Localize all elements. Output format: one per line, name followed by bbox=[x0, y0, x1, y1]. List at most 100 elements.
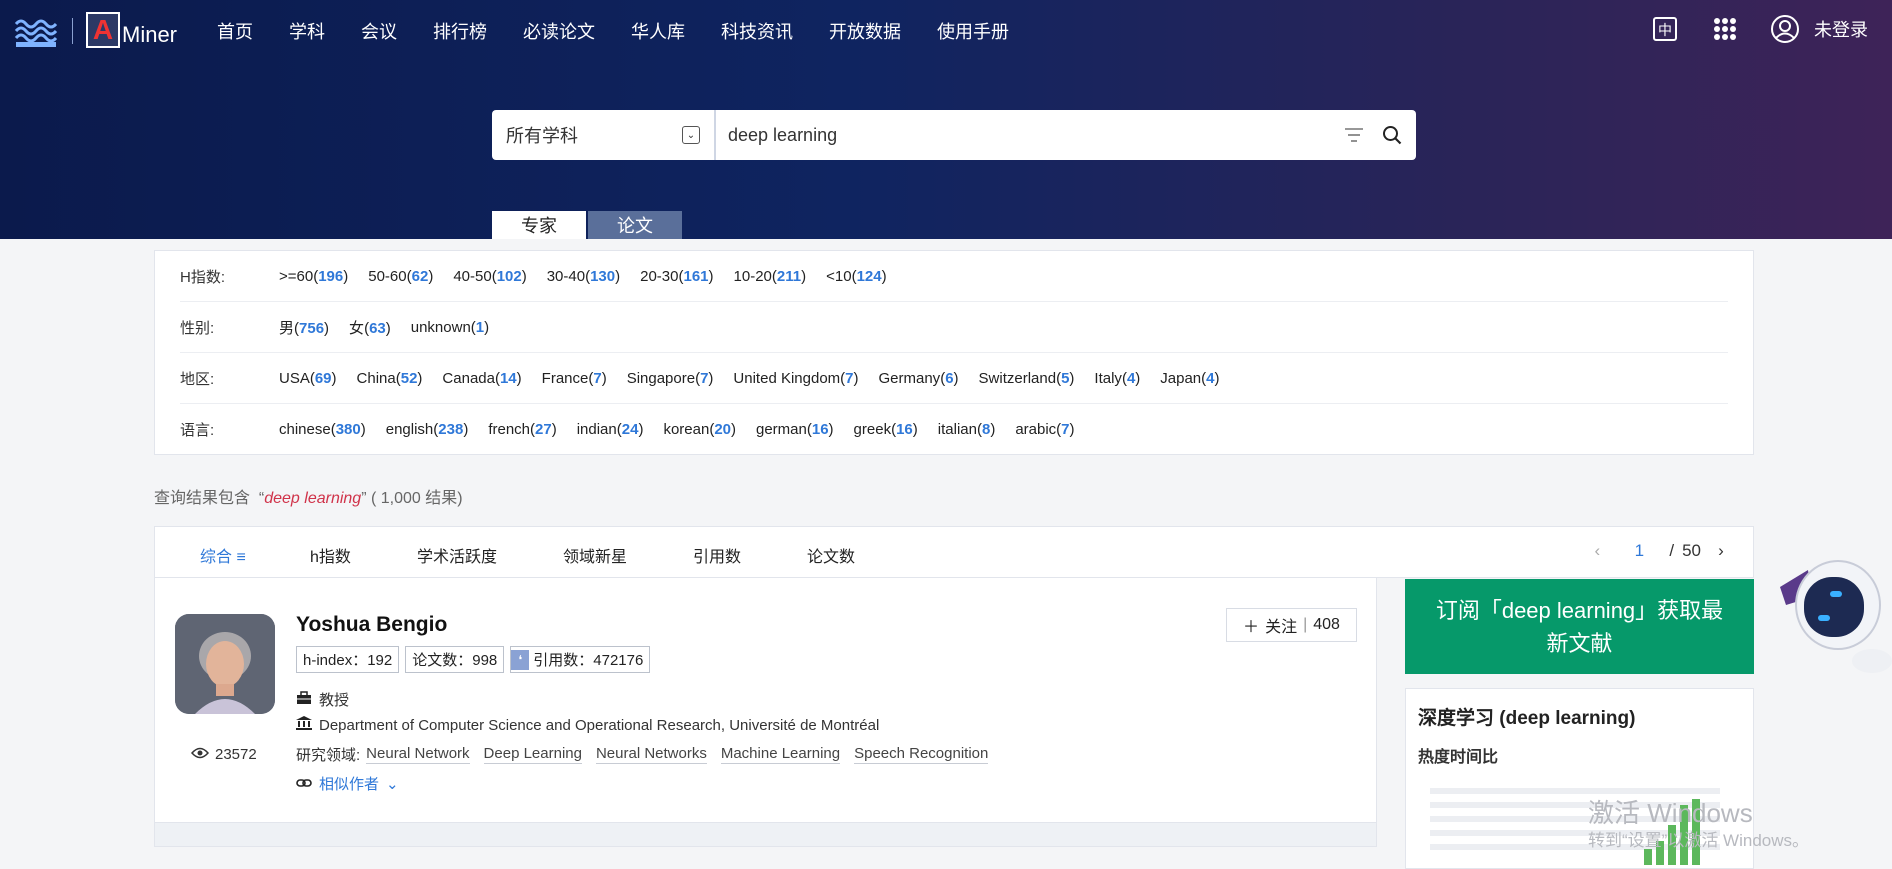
filter-option-language[interactable]: german(16) bbox=[756, 421, 834, 438]
sort-overall-label: 综合 bbox=[200, 549, 233, 566]
filter-option-count: 124 bbox=[856, 267, 882, 285]
sort-rising-star[interactable]: 领域新星 bbox=[563, 543, 627, 567]
filter-option-hindex[interactable]: 10-20(211) bbox=[734, 268, 807, 285]
card-footer bbox=[154, 823, 1377, 847]
filter-option-name: China bbox=[356, 369, 396, 387]
filter-option-language[interactable]: korean(20) bbox=[663, 421, 736, 438]
filter-option-name: United Kingdom bbox=[733, 369, 841, 387]
assistant-robot-icon[interactable] bbox=[1778, 535, 1892, 685]
filter-option-language[interactable]: chinese(380) bbox=[279, 421, 366, 438]
nav-rankings[interactable]: 排行榜 bbox=[433, 18, 487, 44]
filter-option-region[interactable]: China(52) bbox=[357, 370, 423, 387]
filter-option-region[interactable]: Germany(6) bbox=[879, 370, 959, 387]
result-tabs: 专家 论文 bbox=[492, 211, 682, 239]
filter-option-region[interactable]: Switzerland(5) bbox=[979, 370, 1075, 387]
filter-option-region[interactable]: USA(69) bbox=[279, 370, 337, 387]
sort-bar: 综合 ≡ h指数 学术活跃度 领域新星 引用数 论文数 ‹ 1 / 50 › bbox=[154, 526, 1754, 578]
expert-avatar[interactable] bbox=[175, 614, 275, 714]
user-avatar-icon[interactable] bbox=[1770, 14, 1800, 44]
subject-scope-value: 所有学科 bbox=[506, 126, 578, 146]
nav-open-data[interactable]: 开放数据 bbox=[829, 18, 901, 44]
result-query: deep learning bbox=[264, 490, 362, 507]
field-tag[interactable]: Deep Learning bbox=[483, 745, 582, 764]
prev-page-icon[interactable]: ‹ bbox=[1585, 541, 1609, 561]
filter-option-gender[interactable]: 男(756) bbox=[279, 317, 329, 338]
tab-papers[interactable]: 论文 bbox=[588, 211, 682, 239]
filter-option-name: 10-20 bbox=[733, 267, 772, 285]
filter-option-hindex[interactable]: 20-30(161) bbox=[640, 268, 713, 285]
sort-citations[interactable]: 引用数 bbox=[693, 543, 741, 567]
filter-option-name: 20-30 bbox=[640, 267, 679, 285]
filter-option-name: english bbox=[385, 421, 434, 438]
filter-option-language[interactable]: french(27) bbox=[488, 421, 556, 438]
field-tag[interactable]: Neural Networks bbox=[595, 745, 707, 764]
sort-activity[interactable]: 学术活跃度 bbox=[417, 543, 497, 567]
filter-option-name: 30-40 bbox=[546, 267, 586, 285]
nav-must-read[interactable]: 必读论文 bbox=[523, 18, 595, 44]
current-page[interactable]: 1 bbox=[1609, 541, 1669, 561]
field-tag[interactable]: Neural Network bbox=[366, 745, 470, 764]
search-icon[interactable] bbox=[1380, 123, 1404, 147]
filter-option-region[interactable]: United Kingdom(7) bbox=[733, 370, 858, 387]
nav-manual[interactable]: 使用手册 bbox=[937, 18, 1009, 44]
filter-option-language[interactable]: english(238) bbox=[386, 421, 469, 438]
expert-name[interactable]: Yoshua Bengio bbox=[296, 613, 447, 637]
filter-option-region[interactable]: Japan(4) bbox=[1160, 370, 1219, 387]
filter-option-count: 16 bbox=[811, 421, 829, 438]
filter-option-region[interactable]: France(7) bbox=[542, 370, 607, 387]
nav-chinese-scholars[interactable]: 华人库 bbox=[631, 18, 685, 44]
view-count: 23572 bbox=[190, 746, 257, 763]
filter-option-region[interactable]: Canada(14) bbox=[442, 370, 521, 387]
filter-option-language[interactable]: greek(16) bbox=[854, 421, 918, 438]
similar-authors-row[interactable]: 相似作者 ⌄ bbox=[296, 773, 399, 794]
follow-button[interactable]: ＋ 关注 | 408 bbox=[1226, 608, 1357, 642]
filter-option-count: 130 bbox=[590, 267, 616, 285]
login-link[interactable]: 未登录 bbox=[1814, 16, 1868, 42]
filter-option-hindex[interactable]: 30-40(130) bbox=[547, 268, 620, 285]
nav-tech-news[interactable]: 科技资讯 bbox=[721, 18, 793, 44]
filter-option-language[interactable]: arabic(7) bbox=[1015, 421, 1074, 438]
filter-option-hindex[interactable]: 50-60(62) bbox=[368, 268, 433, 285]
filter-option-hindex[interactable]: 40-50(102) bbox=[453, 268, 526, 285]
filter-icon[interactable] bbox=[1342, 123, 1366, 147]
aminer-wave-logo-icon[interactable] bbox=[14, 16, 58, 48]
sort-paper-count[interactable]: 论文数 bbox=[807, 543, 855, 567]
subscribe-button[interactable]: 订阅「deep learning」获取最新文献 bbox=[1405, 579, 1754, 674]
nav-subjects[interactable]: 学科 bbox=[289, 18, 325, 44]
similar-authors-link[interactable]: 相似作者 bbox=[319, 773, 379, 794]
filter-option-region[interactable]: Italy(4) bbox=[1094, 370, 1140, 387]
expert-title-row: 教授 bbox=[296, 689, 349, 710]
expert-stats: h-index：192 论文数：998 ❛ 引用数：472176 bbox=[296, 646, 651, 673]
search-input[interactable] bbox=[728, 124, 1328, 146]
research-fields-label: 研究领域: bbox=[296, 747, 361, 764]
filter-option-count: 238 bbox=[438, 421, 464, 438]
query-area bbox=[716, 110, 1416, 160]
topic-subtitle: 热度时间比 bbox=[1418, 749, 1499, 766]
filter-option-name: Canada bbox=[442, 369, 495, 387]
filter-option-name: Germany bbox=[878, 369, 941, 387]
pager: ‹ 1 / 50 › bbox=[1585, 541, 1733, 561]
filter-option-language[interactable]: italian(8) bbox=[938, 421, 996, 438]
sort-hindex[interactable]: h指数 bbox=[310, 543, 351, 567]
nav-right: 中 未登录 bbox=[1650, 14, 1868, 44]
field-tag[interactable]: Speech Recognition bbox=[854, 745, 989, 764]
nav-home[interactable]: 首页 bbox=[217, 18, 253, 44]
aminer-logo[interactable]: A Miner bbox=[86, 12, 177, 48]
apps-grid-icon[interactable] bbox=[1710, 14, 1740, 44]
sort-overall[interactable]: 综合 ≡ bbox=[200, 543, 246, 567]
filter-row-hindex: H指数: >=60(196) 50-60(62) 40-50(102) 30-40(1… bbox=[180, 251, 1728, 302]
filter-option-region[interactable]: Singapore(7) bbox=[627, 370, 714, 387]
subject-scope-select[interactable]: 所有学科 ⌄ bbox=[492, 110, 716, 160]
filter-option-hindex[interactable]: <10(124) bbox=[826, 268, 886, 285]
language-switch-icon[interactable]: 中 bbox=[1650, 14, 1680, 44]
filter-option-gender[interactable]: 女(63) bbox=[349, 317, 391, 338]
field-tag[interactable]: Machine Learning bbox=[720, 745, 841, 764]
tab-experts[interactable]: 专家 bbox=[492, 211, 586, 239]
total-pages: 50 bbox=[1682, 541, 1701, 560]
filter-option-hindex[interactable]: >=60(196) bbox=[279, 268, 348, 285]
filter-option-gender[interactable]: unknown(1) bbox=[411, 319, 489, 336]
filter-option-name: 50-60 bbox=[368, 267, 407, 285]
next-page-icon[interactable]: › bbox=[1709, 541, 1733, 561]
filter-option-language[interactable]: indian(24) bbox=[577, 421, 644, 438]
nav-conferences[interactable]: 会议 bbox=[361, 18, 397, 44]
